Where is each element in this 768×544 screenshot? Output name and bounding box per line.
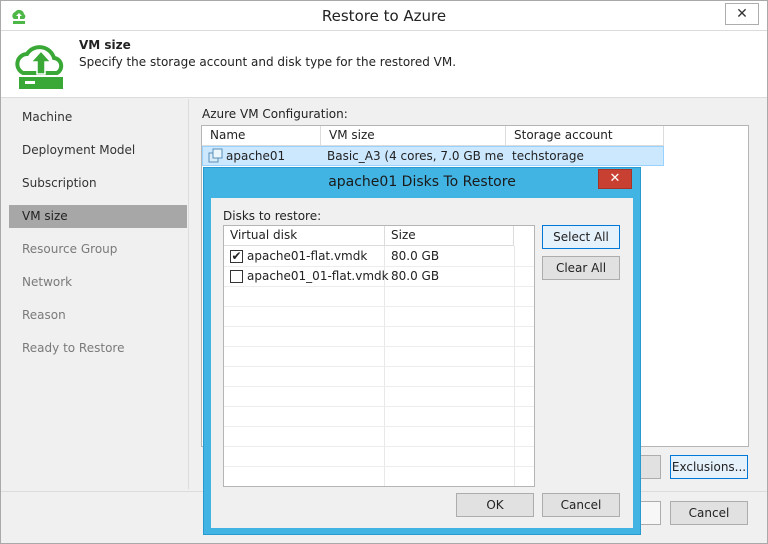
row-divider — [224, 286, 534, 287]
row-divider — [224, 306, 534, 307]
column-vm-size[interactable]: VM size — [321, 126, 506, 146]
dialog-cancel-button[interactable]: Cancel — [542, 493, 620, 517]
row-divider — [224, 326, 534, 327]
cell-vm-name: apache01 — [226, 149, 286, 163]
window-title: Restore to Azure — [321, 7, 447, 25]
row-divider — [224, 466, 534, 467]
table-row[interactable]: apache01_01-flat.vmdk 80.0 GB — [224, 267, 534, 286]
cloud-upload-icon — [15, 45, 64, 89]
window-close-button[interactable]: ✕ — [725, 3, 759, 25]
disk-name: apache01-flat.vmdk — [247, 249, 368, 263]
column-virtual-disk[interactable]: Virtual disk — [224, 226, 385, 246]
table-header: Name VM size Storage account — [202, 126, 664, 146]
step-network: Network — [22, 275, 73, 289]
azure-vm-config-label: Azure VM Configuration: — [202, 107, 348, 121]
column-size[interactable]: Size — [385, 226, 514, 246]
step-title: VM size — [79, 38, 131, 52]
cell-vm-size: Basic_A3 (4 cores, 7.0 GB mem... — [327, 149, 503, 163]
dialog-close-button[interactable]: ✕ — [598, 169, 632, 189]
title-bar: Restore to Azure ✕ — [1, 1, 767, 31]
disk-size: 80.0 GB — [391, 249, 440, 263]
exclusions-button[interactable]: Exclusions... — [670, 455, 748, 479]
row-divider — [224, 266, 534, 267]
step-subscription[interactable]: Subscription — [9, 172, 187, 195]
row-divider — [224, 346, 534, 347]
wizard-header: VM size Specify the storage account and … — [1, 31, 767, 98]
disk-name: apache01_01-flat.vmdk — [247, 269, 389, 283]
restore-wizard-window: Restore to Azure ✕ VM size Specify the s… — [0, 0, 768, 544]
row-divider — [224, 366, 534, 367]
select-all-button[interactable]: Select All — [542, 225, 620, 249]
row-divider — [224, 426, 534, 427]
row-divider — [224, 446, 534, 447]
step-ready-to-restore: Ready to Restore — [22, 341, 125, 355]
disks-table[interactable]: Virtual disk Size ✔ apache01-flat.vmdk 8… — [223, 225, 535, 487]
step-deployment-model[interactable]: Deployment Model — [9, 139, 187, 162]
table-row[interactable]: apache01 Basic_A3 (4 cores, 7.0 GB mem..… — [202, 146, 664, 166]
step-subtitle: Specify the storage account and disk typ… — [79, 55, 457, 69]
clear-all-button[interactable]: Clear All — [542, 256, 620, 280]
step-reason: Reason — [22, 308, 66, 322]
disk-checkbox[interactable]: ✔ — [230, 250, 243, 263]
row-divider — [224, 386, 534, 387]
step-machine[interactable]: Machine — [9, 106, 187, 129]
step-vm-size[interactable]: VM size — [9, 205, 187, 228]
dialog-body: Disks to restore: Virtual disk Size ✔ ap… — [211, 198, 633, 528]
column-storage-account[interactable]: Storage account — [506, 126, 664, 146]
ok-button[interactable]: OK — [456, 493, 534, 517]
disk-checkbox[interactable] — [230, 270, 243, 283]
cell-storage-account: techstorage — [512, 149, 584, 163]
row-divider — [224, 406, 534, 407]
disks-to-restore-label: Disks to restore: — [223, 209, 322, 223]
disk-size: 80.0 GB — [391, 269, 440, 283]
dialog-title: apache01 Disks To Restore — [328, 174, 516, 190]
disks-to-restore-dialog: apache01 Disks To Restore ✕ Disks to res… — [203, 167, 641, 535]
wizard-steps: Machine Deployment Model Subscription VM… — [9, 99, 189, 489]
table-row[interactable]: ✔ apache01-flat.vmdk 80.0 GB — [224, 247, 534, 266]
step-resource-group: Resource Group — [22, 242, 118, 256]
column-name[interactable]: Name — [202, 126, 321, 146]
cancel-button[interactable]: Cancel — [670, 501, 748, 525]
